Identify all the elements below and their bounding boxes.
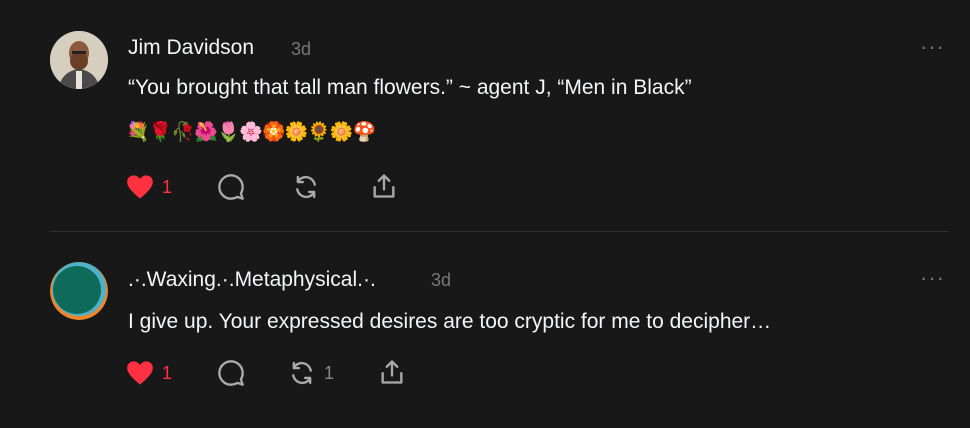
more-icon[interactable]: ···: [920, 267, 945, 289]
repost-icon: [296, 175, 316, 199]
repost-count: 1: [324, 362, 335, 383]
like-count: 1: [162, 362, 173, 383]
share-icon: [381, 360, 403, 384]
divider: [50, 231, 948, 232]
reply-button[interactable]: [217, 359, 245, 387]
author-name[interactable]: .·.Waxing.·.Metaphysical.·.: [128, 268, 376, 292]
heart-icon: [127, 175, 153, 199]
reply-button[interactable]: [217, 173, 245, 201]
like-count: 1: [162, 176, 173, 197]
more-icon[interactable]: ···: [920, 36, 945, 58]
comment-icon: [218, 174, 244, 200]
share-button[interactable]: [370, 172, 398, 200]
post-text: “You brought that tall man flowers.” ~ a…: [128, 76, 692, 99]
repost-icon: [292, 361, 312, 385]
post-text: I give up. Your expressed desires are to…: [128, 310, 772, 333]
avatar[interactable]: [50, 262, 108, 320]
avatar-image: [50, 262, 108, 320]
share-icon: [373, 174, 395, 198]
post-emoji: 💐🌹🥀🌺🌷🌸🏵️🌼🌻🌼🍄: [126, 122, 376, 143]
post-time[interactable]: 3d: [431, 270, 451, 291]
repost-button[interactable]: 1: [288, 359, 334, 387]
post-time[interactable]: 3d: [291, 39, 311, 60]
like-button[interactable]: 1: [126, 174, 172, 200]
share-button[interactable]: [378, 358, 406, 386]
avatar-image: [50, 31, 108, 89]
avatar[interactable]: [50, 31, 108, 89]
heart-icon: [127, 361, 153, 385]
repost-button[interactable]: [292, 173, 320, 201]
comment-icon: [218, 360, 244, 386]
like-button[interactable]: 1: [126, 360, 172, 386]
author-name[interactable]: Jim Davidson: [128, 36, 254, 60]
